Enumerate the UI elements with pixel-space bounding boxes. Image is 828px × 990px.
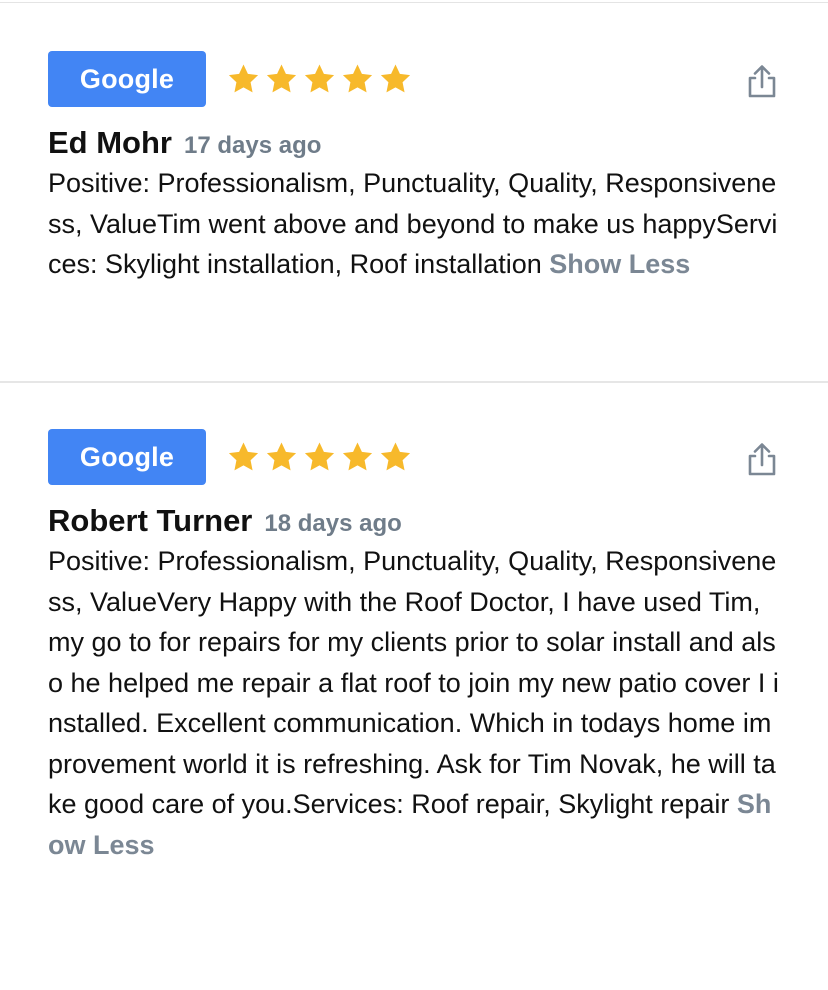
review-card: Google Robert Turner 18 days ago Positiv… <box>0 383 828 865</box>
review-date: 18 days ago <box>264 510 402 537</box>
star-icon <box>228 64 259 93</box>
reviewer-name: Ed Mohr <box>48 125 172 160</box>
review-meta: Ed Mohr 17 days ago <box>48 125 780 161</box>
star-icon <box>228 442 259 471</box>
star-icon <box>380 64 411 93</box>
star-icon <box>342 442 373 471</box>
star-icon <box>304 442 335 471</box>
source-badge: Google <box>48 51 206 107</box>
review-meta: Robert Turner 18 days ago <box>48 503 780 539</box>
review-text: Positive: Professionalism, Punctuality, … <box>48 541 780 865</box>
review-body: Positive: Professionalism, Punctuality, … <box>48 546 779 819</box>
star-icon <box>304 64 335 93</box>
review-text: Positive: Professionalism, Punctuality, … <box>48 163 780 285</box>
star-icon <box>266 442 297 471</box>
source-badge: Google <box>48 429 206 485</box>
review-card: Google Ed Mohr 17 days ago Positive: Pro… <box>0 3 828 381</box>
star-icon <box>266 64 297 93</box>
star-rating <box>226 62 413 96</box>
star-rating <box>226 440 413 474</box>
reviewer-name: Robert Turner <box>48 503 253 538</box>
show-less-link[interactable]: Show Less <box>549 249 690 279</box>
review-header: Google <box>48 429 780 485</box>
star-icon <box>380 442 411 471</box>
share-icon[interactable] <box>746 441 778 477</box>
review-date: 17 days ago <box>184 132 322 159</box>
review-header: Google <box>48 51 780 107</box>
star-icon <box>342 64 373 93</box>
share-icon[interactable] <box>746 63 778 99</box>
